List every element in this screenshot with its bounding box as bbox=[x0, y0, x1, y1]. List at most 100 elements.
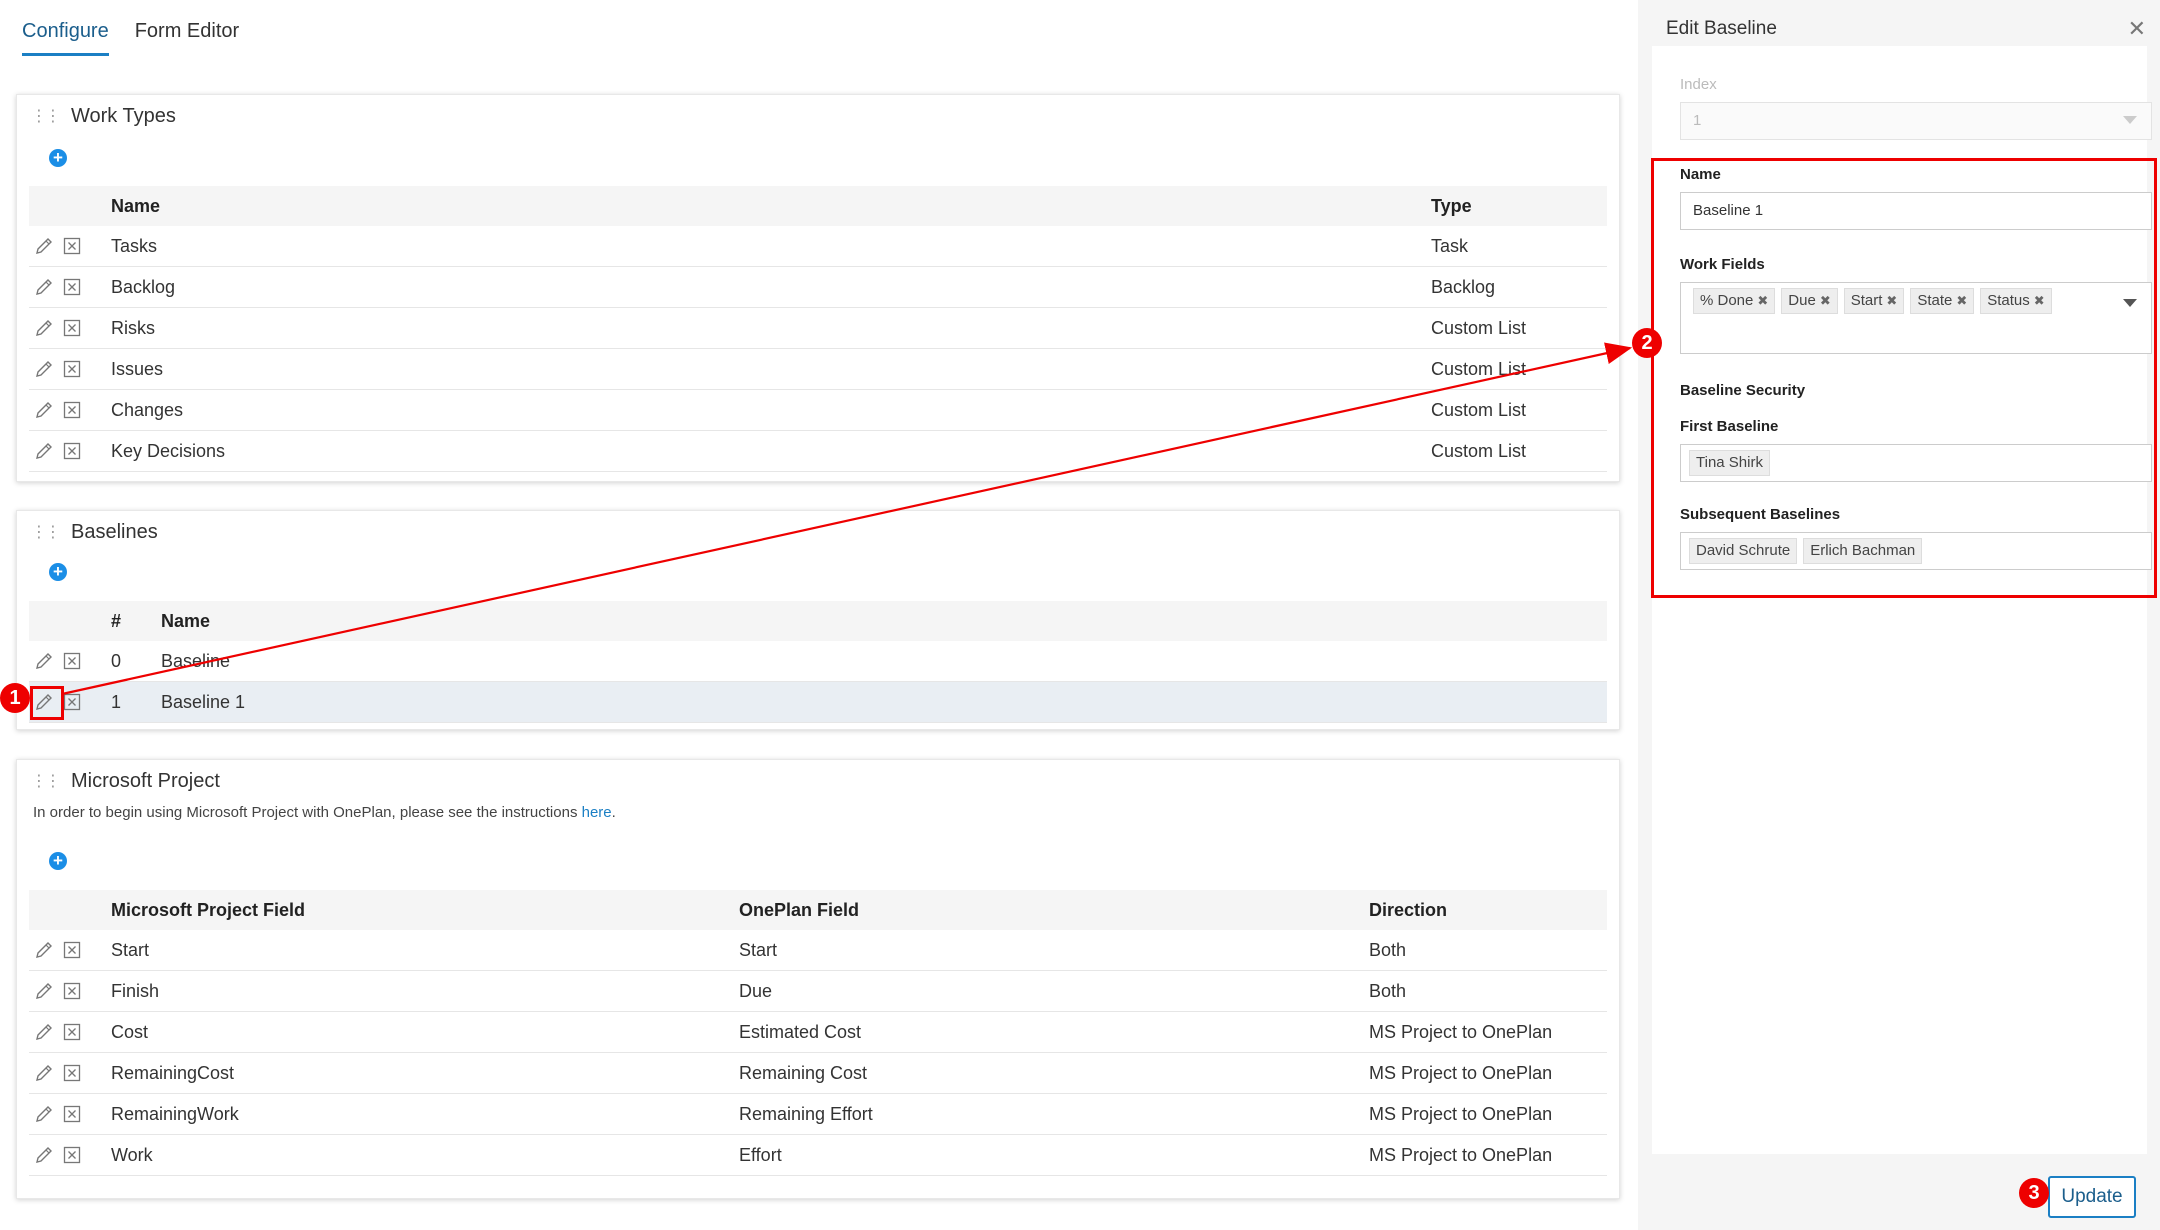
table-row: Issues Custom List bbox=[29, 349, 1607, 390]
table-row: 1 Baseline 1 bbox=[29, 682, 1607, 723]
pencil-icon[interactable] bbox=[33, 650, 55, 672]
tab-configure[interactable]: Configure bbox=[22, 20, 109, 56]
step-badge-3: 3 bbox=[2019, 1178, 2049, 1208]
cell-name: Backlog bbox=[111, 277, 176, 297]
delete-icon[interactable] bbox=[61, 235, 83, 257]
table-row: Cost Estimated Cost MS Project to OnePlan bbox=[29, 1012, 1607, 1053]
pencil-icon[interactable] bbox=[33, 1103, 55, 1125]
panel-title: Work Types bbox=[71, 105, 176, 127]
pencil-icon[interactable] bbox=[33, 358, 55, 380]
pencil-icon[interactable] bbox=[33, 317, 55, 339]
ms-project-panel: ⋮⋮ Microsoft Project In order to begin u… bbox=[16, 759, 1620, 1199]
row-actions bbox=[33, 276, 83, 298]
cell-dir: Both bbox=[1369, 940, 1407, 960]
cell-name: Issues bbox=[111, 359, 164, 379]
pencil-icon[interactable] bbox=[33, 276, 55, 298]
cell-type: Custom List bbox=[1431, 359, 1527, 379]
cell-num: 1 bbox=[111, 692, 122, 712]
pencil-icon[interactable] bbox=[33, 980, 55, 1002]
work-types-panel: ⋮⋮ Work Types + Name Type Tasks Task Backl… bbox=[16, 94, 1620, 482]
add-work-type-button[interactable]: + bbox=[49, 149, 67, 167]
cell-name: Risks bbox=[111, 318, 155, 338]
drag-handle-icon[interactable]: ⋮⋮ bbox=[31, 108, 61, 125]
row-actions bbox=[33, 235, 83, 257]
delete-icon[interactable] bbox=[61, 980, 83, 1002]
index-select: 1 bbox=[1680, 102, 2152, 140]
step-badge-2: 2 bbox=[1632, 328, 1662, 358]
delete-icon[interactable] bbox=[61, 650, 83, 672]
cell-type: Task bbox=[1431, 236, 1469, 256]
index-label: Index bbox=[1680, 76, 1717, 93]
row-actions bbox=[33, 1021, 83, 1043]
pencil-icon[interactable] bbox=[33, 1021, 55, 1043]
delete-icon[interactable] bbox=[61, 440, 83, 462]
panel-title: Microsoft Project bbox=[71, 770, 220, 792]
pencil-icon[interactable] bbox=[33, 399, 55, 421]
delete-icon[interactable] bbox=[61, 1144, 83, 1166]
row-actions bbox=[33, 1144, 83, 1166]
cell-op: Due bbox=[739, 981, 773, 1001]
drag-handle-icon[interactable]: ⋮⋮ bbox=[31, 773, 61, 790]
table-row: Start Start Both bbox=[29, 930, 1607, 971]
add-mapping-button[interactable]: + bbox=[49, 852, 67, 870]
cell-type: Backlog bbox=[1431, 277, 1496, 297]
row-actions bbox=[33, 650, 83, 672]
cell-type: Custom List bbox=[1431, 441, 1527, 461]
cell-ms: RemainingWork bbox=[111, 1104, 239, 1124]
delete-icon[interactable] bbox=[61, 1021, 83, 1043]
ms-project-description: In order to begin using Microsoft Projec… bbox=[33, 804, 616, 821]
column-header-oneplan-field: OnePlan Field bbox=[739, 900, 860, 920]
cell-num: 0 bbox=[111, 651, 122, 671]
delete-icon[interactable] bbox=[61, 276, 83, 298]
cell-op: Remaining Effort bbox=[739, 1104, 873, 1124]
cell-name: Baseline bbox=[161, 651, 231, 671]
drag-handle-icon[interactable]: ⋮⋮ bbox=[31, 524, 61, 541]
cell-op: Remaining Cost bbox=[739, 1063, 868, 1083]
delete-icon[interactable] bbox=[61, 317, 83, 339]
delete-icon[interactable] bbox=[61, 1062, 83, 1084]
panel-title: Baselines bbox=[71, 521, 158, 543]
cell-dir: MS Project to OnePlan bbox=[1369, 1145, 1553, 1165]
pane-title: Edit Baseline bbox=[1666, 18, 1777, 39]
chevron-down-icon bbox=[2123, 116, 2137, 124]
table-row: Tasks Task bbox=[29, 226, 1607, 267]
delete-icon[interactable] bbox=[61, 399, 83, 421]
cell-type: Custom List bbox=[1431, 400, 1527, 420]
cell-op: Start bbox=[739, 940, 778, 960]
table-row: RemainingWork Remaining Effort MS Project … bbox=[29, 1094, 1607, 1135]
cell-type: Custom List bbox=[1431, 318, 1527, 338]
table-row: RemainingCost Remaining Cost MS Project to… bbox=[29, 1053, 1607, 1094]
table-header: Microsoft Project Field OnePlan Field Di… bbox=[29, 890, 1607, 930]
pencil-icon[interactable] bbox=[33, 1144, 55, 1166]
row-actions bbox=[33, 358, 83, 380]
pencil-icon[interactable] bbox=[33, 235, 55, 257]
update-button[interactable]: Update bbox=[2048, 1176, 2136, 1218]
add-baseline-button[interactable]: + bbox=[49, 563, 67, 581]
instructions-link[interactable]: here bbox=[582, 804, 612, 821]
column-header-name: Name bbox=[161, 611, 211, 631]
delete-icon[interactable] bbox=[61, 1103, 83, 1125]
delete-icon[interactable] bbox=[61, 939, 83, 961]
cell-name: Changes bbox=[111, 400, 184, 420]
pencil-icon[interactable] bbox=[33, 939, 55, 961]
table-row: Finish Due Both bbox=[29, 971, 1607, 1012]
row-actions bbox=[33, 399, 83, 421]
table-row: Backlog Backlog bbox=[29, 267, 1607, 308]
pencil-icon[interactable] bbox=[33, 440, 55, 462]
work-types-table: Name Type Tasks Task Backlog Backlog Risks Cu… bbox=[29, 186, 1607, 472]
table-row: 0 Baseline bbox=[29, 641, 1607, 682]
column-header-direction: Direction bbox=[1369, 900, 1448, 920]
cell-op: Effort bbox=[739, 1145, 782, 1165]
delete-icon[interactable] bbox=[61, 358, 83, 380]
row-actions bbox=[33, 440, 83, 462]
delete-icon[interactable] bbox=[61, 691, 83, 713]
row-actions bbox=[33, 317, 83, 339]
cell-dir: Both bbox=[1369, 981, 1407, 1001]
tab-form-editor[interactable]: Form Editor bbox=[135, 20, 239, 56]
cell-ms: Start bbox=[111, 940, 150, 960]
cell-dir: MS Project to OnePlan bbox=[1369, 1022, 1553, 1042]
row-actions bbox=[33, 1103, 83, 1125]
pencil-icon[interactable] bbox=[33, 1062, 55, 1084]
close-icon[interactable]: ✕ bbox=[2128, 16, 2146, 42]
top-tabs: Configure Form Editor bbox=[22, 20, 239, 56]
